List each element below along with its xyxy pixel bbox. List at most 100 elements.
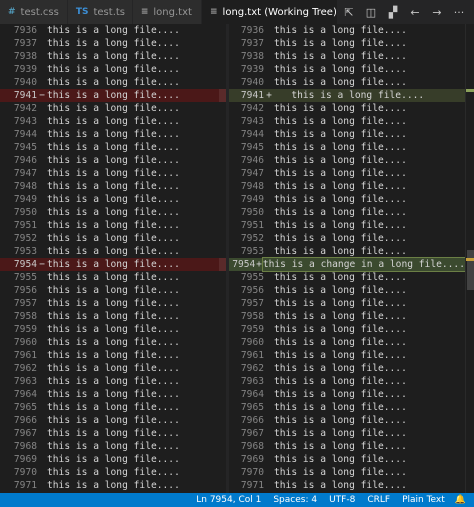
code-line[interactable]: 7970 this is a long file.... (0, 466, 226, 479)
line-text: this is a long file.... (47, 38, 180, 49)
code-line[interactable]: 7959 this is a long file.... (0, 323, 226, 336)
code-line[interactable]: 7943 this is a long file.... (0, 115, 226, 128)
diff-changed-line[interactable]: 7941 + this is a long file.... (229, 89, 465, 102)
open-file-icon[interactable]: ⇱ (338, 0, 360, 24)
code-line[interactable]: 7969 this is a long file.... (0, 453, 226, 466)
diff-changed-line[interactable]: 7954− this is a long file.... (0, 258, 226, 271)
code-line[interactable]: 7967 this is a long file.... (0, 427, 226, 440)
line-text: this is a long file.... (47, 376, 180, 387)
line-text: this is a long file.... (274, 441, 407, 452)
tab-test-ts[interactable]: TS test.ts (67, 0, 133, 24)
code-line[interactable]: 7962 this is a long file.... (0, 362, 226, 375)
line-text: this is a long file.... (47, 441, 180, 452)
code-line[interactable]: 7955 this is a long file.... (0, 271, 226, 284)
code-line[interactable]: 7947 this is a long file.... (229, 167, 465, 180)
code-line[interactable]: 7956 this is a long file.... (229, 284, 465, 297)
code-line[interactable]: 7943 this is a long file.... (229, 115, 465, 128)
code-line[interactable]: 7961 this is a long file.... (0, 349, 226, 362)
tab-long-txt-working-tree[interactable]: ≡ long.txt (Working Tree) ✕ (202, 0, 353, 24)
code-line[interactable]: 7953 this is a long file.... (0, 245, 226, 258)
tab-long-txt[interactable]: ≡ long.txt (132, 0, 202, 24)
code-line[interactable]: 7969 this is a long file.... (229, 453, 465, 466)
code-line[interactable]: 7964 this is a long file.... (229, 388, 465, 401)
code-line[interactable]: 7936 this is a long file.... (0, 24, 226, 37)
code-line[interactable]: 7965 this is a long file.... (229, 401, 465, 414)
code-line[interactable]: 7958 this is a long file.... (0, 310, 226, 323)
code-line[interactable]: 7948 this is a long file.... (229, 180, 465, 193)
code-line[interactable]: 7959 this is a long file.... (229, 323, 465, 336)
code-line[interactable]: 7947 this is a long file.... (0, 167, 226, 180)
code-line[interactable]: 7963 this is a long file.... (229, 375, 465, 388)
code-line[interactable]: 7958 this is a long file.... (229, 310, 465, 323)
code-line[interactable]: 7957 this is a long file.... (229, 297, 465, 310)
code-line[interactable]: 7937 this is a long file.... (0, 37, 226, 50)
code-line[interactable]: 7965 this is a long file.... (0, 401, 226, 414)
code-line[interactable]: 7963 this is a long file.... (0, 375, 226, 388)
code-line[interactable]: 7956 this is a long file.... (0, 284, 226, 297)
modified-editor-pane[interactable]: 7936 this is a long file.... 7937 this is a… (229, 24, 465, 493)
toggle-diff-icon[interactable]: ▞ (382, 0, 404, 24)
code-line[interactable]: 7949 this is a long file.... (0, 193, 226, 206)
code-line[interactable]: 7967 this is a long file.... (229, 427, 465, 440)
code-line[interactable]: 7936 this is a long file.... (229, 24, 465, 37)
code-line[interactable]: 7960 this is a long file.... (229, 336, 465, 349)
code-line[interactable]: 7940 this is a long file.... (229, 76, 465, 89)
code-line[interactable]: 7937 this is a long file.... (229, 37, 465, 50)
indentation[interactable]: Spaces: 4 (267, 495, 323, 505)
code-line[interactable]: 7966 this is a long file.... (0, 414, 226, 427)
code-line[interactable]: 7948 this is a long file.... (0, 180, 226, 193)
code-line[interactable]: 7960 this is a long file.... (0, 336, 226, 349)
code-line[interactable]: 7952 this is a long file.... (0, 232, 226, 245)
line-number: 7944 (240, 129, 264, 140)
code-line[interactable]: 7950 this is a long file.... (229, 206, 465, 219)
code-line[interactable]: 7952 this is a long file.... (229, 232, 465, 245)
cursor-position[interactable]: Ln 7954, Col 1 (190, 495, 267, 505)
end-of-line[interactable]: CRLF (361, 495, 396, 505)
code-line[interactable]: 7964 this is a long file.... (0, 388, 226, 401)
code-line[interactable]: 7951 this is a long file.... (0, 219, 226, 232)
code-line[interactable]: 7945 this is a long file.... (0, 141, 226, 154)
more-actions-icon[interactable]: ··· (448, 0, 470, 24)
code-line[interactable]: 7968 this is a long file.... (229, 440, 465, 453)
vertical-scrollbar[interactable] (465, 24, 474, 493)
code-line[interactable]: 7953 this is a long file.... (229, 245, 465, 258)
original-editor-pane[interactable]: 7936 this is a long file.... 7937 this is a… (0, 24, 226, 493)
gutter (37, 154, 47, 167)
code-line[interactable]: 7961 this is a long file.... (229, 349, 465, 362)
previous-change-icon[interactable]: ← (404, 0, 426, 24)
code-line[interactable]: 7957 this is a long file.... (0, 297, 226, 310)
next-change-icon[interactable]: → (426, 0, 448, 24)
code-line[interactable]: 7950 this is a long file.... (0, 206, 226, 219)
code-line[interactable]: 7938 this is a long file.... (0, 50, 226, 63)
scrollbar-thumb[interactable] (467, 250, 474, 290)
notifications-bell-icon[interactable]: 🔔 (451, 495, 470, 505)
tab-label: test.ts (93, 6, 125, 18)
code-line[interactable]: 7940 this is a long file.... (0, 76, 226, 89)
code-line[interactable]: 7946 this is a long file.... (229, 154, 465, 167)
code-line[interactable]: 7962 this is a long file.... (229, 362, 465, 375)
code-line[interactable]: 7945 this is a long file.... (229, 141, 465, 154)
code-line[interactable]: 7971 this is a long file.... (0, 479, 226, 492)
line-number: 7948 (13, 181, 37, 192)
diff-changed-line[interactable]: 7941− this is a long file.... (0, 89, 226, 102)
code-line[interactable]: 7971 this is a long file.... (229, 479, 465, 492)
encoding[interactable]: UTF-8 (323, 495, 361, 505)
code-line[interactable]: 7944 this is a long file.... (229, 128, 465, 141)
code-line[interactable]: 7942 this is a long file.... (229, 102, 465, 115)
tab-test-css[interactable]: # test.css (0, 0, 68, 24)
code-line[interactable]: 7966 this is a long file.... (229, 414, 465, 427)
diff-changed-line[interactable]: 7954 + this is a change in a long file.... (229, 257, 465, 272)
code-line[interactable]: 7944 this is a long file.... (0, 128, 226, 141)
code-line[interactable]: 7942 this is a long file.... (0, 102, 226, 115)
code-line[interactable]: 7939 this is a long file.... (0, 63, 226, 76)
code-line[interactable]: 7955 this is a long file.... (229, 271, 465, 284)
split-editor-icon[interactable]: ◫ (360, 0, 382, 24)
code-line[interactable]: 7951 this is a long file.... (229, 219, 465, 232)
code-line[interactable]: 7939 this is a long file.... (229, 63, 465, 76)
code-line[interactable]: 7968 this is a long file.... (0, 440, 226, 453)
code-line[interactable]: 7949 this is a long file.... (229, 193, 465, 206)
code-line[interactable]: 7946 this is a long file.... (0, 154, 226, 167)
code-line[interactable]: 7938 this is a long file.... (229, 50, 465, 63)
language-mode[interactable]: Plain Text (396, 495, 451, 505)
code-line[interactable]: 7970 this is a long file.... (229, 466, 465, 479)
